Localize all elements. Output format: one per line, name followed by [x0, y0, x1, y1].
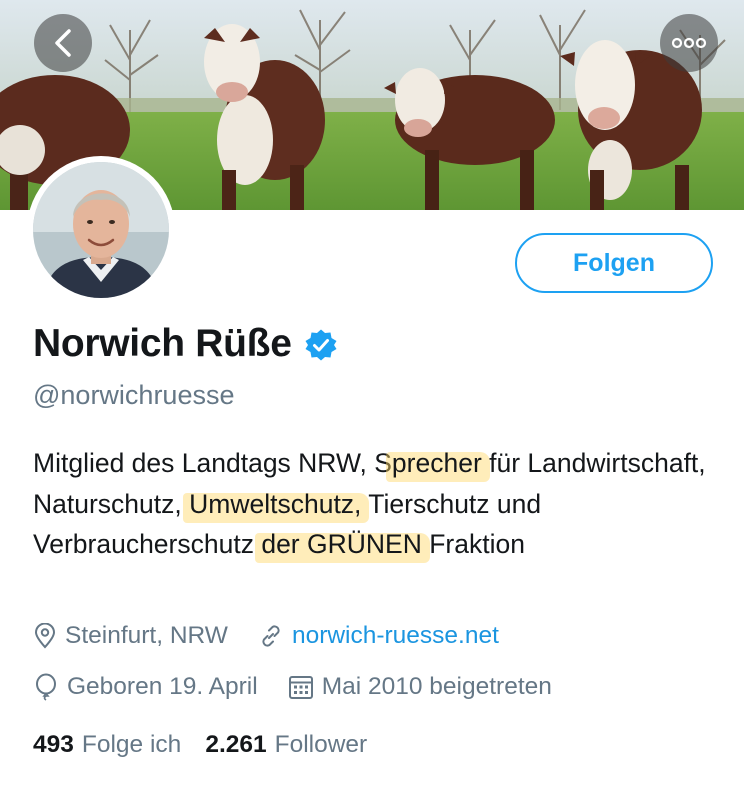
website-item[interactable]: norwich-ruesse.net [258, 622, 499, 650]
bio-highlight: precher [391, 448, 482, 478]
bio-text: Mitglied des Landtags NRW, S [33, 448, 392, 478]
bio-highlight: Umweltschutz, [189, 488, 362, 519]
followers-count: 2.261 [205, 731, 267, 758]
verified-badge-icon [305, 329, 337, 361]
user-handle: @norwichruesse [33, 380, 235, 410]
bio-text: Fraktion [421, 529, 525, 559]
following-stat[interactable]: 493 Folge ich [33, 731, 181, 759]
followers-label: Follower [274, 731, 368, 758]
avatar[interactable] [27, 156, 175, 304]
location-pin-icon [34, 623, 56, 649]
profile-meta-location-row: Steinfurt, NRW norwich-ruesse.net [33, 622, 499, 650]
joined-text: Mai 2010 beigetreten [321, 673, 552, 700]
follow-stats: 493 Folge ich 2.261 Follower [33, 731, 367, 759]
link-icon [262, 625, 280, 647]
following-count: 493 [33, 731, 74, 758]
profile-meta-dates-row: Geboren 19. April Mai 2010 beigetreten [33, 673, 552, 701]
display-name: Norwich Rüße [33, 322, 292, 365]
birthday-item: Geboren 19. April [33, 673, 258, 701]
joined-item: Mai 2010 beigetreten [288, 673, 552, 701]
profile-photo [33, 162, 169, 298]
calendar-icon [288, 676, 313, 699]
balloon-icon [36, 673, 56, 701]
chevron-left-icon [55, 29, 71, 57]
location-item: Steinfurt, NRW [33, 622, 228, 650]
more-options-button[interactable] [660, 14, 718, 72]
bio-highlight: der GRÜNEN [261, 529, 422, 559]
more-dots-icon [671, 37, 707, 49]
followers-stat[interactable]: 2.261 Follower [205, 731, 367, 759]
website-link[interactable]: norwich-ruesse.net [292, 622, 499, 650]
profile-bio: Mitglied des Landtags NRW, Sprecher für … [33, 443, 733, 565]
back-button[interactable] [34, 14, 92, 72]
follow-button[interactable]: Folgen [515, 233, 713, 293]
location-text: Steinfurt, NRW [65, 622, 228, 649]
following-label: Folge ich [81, 731, 182, 758]
profile-name-row: Norwich Rüße [33, 322, 338, 366]
birthday-text: Geboren 19. April [67, 673, 258, 700]
